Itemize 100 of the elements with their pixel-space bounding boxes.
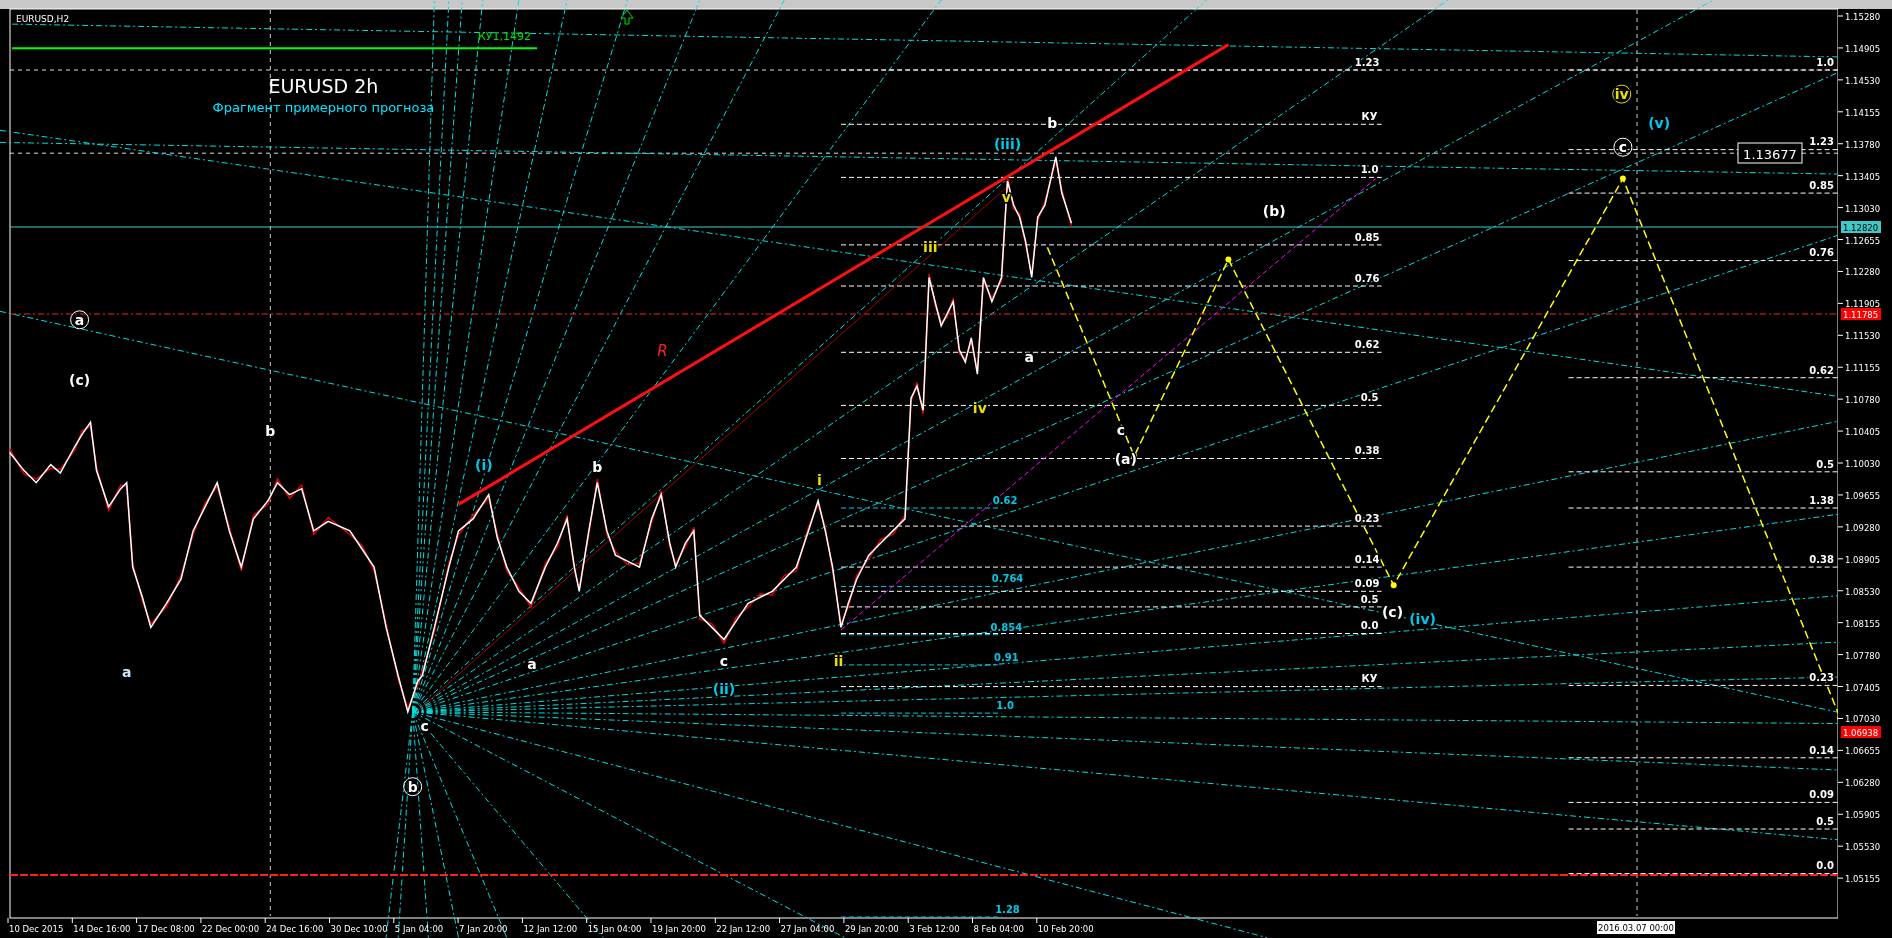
price-tick-label: 1.12655 [1845, 235, 1881, 246]
wave-label: i [816, 472, 822, 489]
time-tick-label: 10 Feb 20:00 [1037, 924, 1094, 934]
time-tick-label: 30 Dec 10:00 [330, 924, 388, 934]
price-tick-label: 1.12280 [1845, 267, 1881, 278]
time-tick-label: 14 Dec 16:00 [73, 924, 131, 934]
time-tick-label: 19 Jan 20:00 [652, 924, 706, 934]
fib-level-label: 0.38 [1354, 445, 1380, 457]
fib-level-label: 0.5 [1816, 458, 1834, 470]
price-tick-label: 1.10030 [1845, 459, 1881, 469]
fib-level-label: 1.0 [996, 699, 1014, 711]
fib-level-label: 1.23 [1809, 136, 1834, 148]
fib-level-label: 1.0 [1360, 164, 1379, 176]
price-tick-label: 1.14905 [1845, 43, 1881, 54]
wave-label: (i) [475, 456, 493, 473]
time-tick-label: 7 Jan 20:00 [459, 924, 508, 934]
price-badge: 1.06938 [1841, 726, 1881, 738]
wave-label: (v) [1648, 115, 1671, 132]
fib-level-label: 0.85 [1354, 231, 1380, 243]
wave-label: c [719, 653, 729, 670]
price-tick-label: 1.08155 [1845, 618, 1881, 629]
price-tick-label: 1.07780 [1845, 650, 1881, 661]
fib-level-label: 0.62 [992, 494, 1018, 506]
price-tick-label: 1.05155 [1845, 874, 1881, 885]
price-tick-label: 1.11155 [1845, 363, 1881, 374]
fib-level-label: 0.0 [1360, 620, 1379, 632]
wave-label: a [70, 310, 90, 330]
time-tick-label: 15 Jan 04:00 [587, 924, 642, 934]
price-tick-label: 1.13780 [1845, 139, 1881, 150]
price-tick-label: 1.14530 [1845, 75, 1881, 86]
price-tick-label: 1.13405 [1845, 171, 1881, 182]
price-tick-label: 1.13030 [1845, 203, 1881, 214]
fib-level-label: 0.38 [1809, 553, 1834, 565]
fib-level-label: 0.0 [1816, 860, 1834, 872]
fib-level-label: КУ [1361, 673, 1378, 685]
fib-level-label: 0.09 [1354, 578, 1380, 589]
price-tag: 1.13677 [1737, 142, 1803, 164]
wave-label: a [527, 655, 537, 672]
price-tick-label: 1.06655 [1845, 746, 1881, 757]
fib-level-label: КУ [1361, 111, 1378, 123]
chart-title: EURUSD 2h [268, 74, 379, 97]
wave-label: c [1613, 137, 1633, 157]
wave-label: (c) [1381, 603, 1404, 620]
trend-label: R [657, 342, 668, 360]
fib-level-label: 0.76 [1354, 272, 1380, 284]
wave-label: (ii) [712, 681, 736, 697]
price-tick-label: 1.08905 [1845, 554, 1881, 565]
price-tick-label: 1.10405 [1845, 427, 1881, 438]
price-tick-label: 1.07405 [1845, 682, 1881, 693]
fib-level-label: 0.14 [1809, 744, 1834, 756]
symbol-label: EURUSD,H2 [16, 14, 70, 24]
fib-level-label: 0.5 [1360, 392, 1379, 404]
wave-label: (iii) [993, 135, 1022, 152]
wave-label: b [403, 777, 423, 797]
time-tick-label: 5 Jan 04:00 [394, 924, 444, 934]
wave-label: a [121, 664, 132, 681]
time-tick-label: 24 Dec 16:00 [266, 924, 324, 934]
wave-label: b [592, 459, 603, 475]
wave-label: iv [1612, 84, 1632, 104]
fib-level-label: 0.62 [1809, 364, 1834, 376]
time-tick-label: 29 Jan 20:00 [844, 924, 899, 934]
wave-label: ii [833, 653, 844, 670]
time-tick-label: 22 Dec 00:00 [201, 924, 260, 934]
fib-level-label: 0.76 [1809, 247, 1834, 259]
chart-subtitle: Фрагмент примерного прогноза [212, 100, 435, 116]
fib-level-label: 1.23 [1354, 56, 1380, 68]
price-tick-label: 1.14155 [1845, 107, 1881, 118]
wave-label: c [1116, 421, 1126, 438]
price-tick-label: 1.15280 [1845, 12, 1881, 22]
time-tick-label: 22 Jan 12:00 [716, 924, 771, 934]
price-tick-label: 1.07030 [1845, 714, 1881, 725]
fib-level-label: 0.5 [1360, 593, 1379, 605]
time-tick-label: 17 Dec 08:00 [137, 924, 195, 934]
fib-level-label: 0.09 [1809, 789, 1834, 801]
time-tick-label: 12 Jan 12:00 [523, 924, 578, 934]
fib-level-label: 0.62 [1354, 339, 1380, 351]
fib-level-label: 0.5 [1816, 815, 1834, 827]
price-tick-label: 1.05530 [1845, 842, 1881, 853]
price-badge: 1.12820 [1841, 221, 1881, 233]
wave-label: (b) [1262, 203, 1286, 220]
wave-label: (c) [69, 372, 91, 389]
wave-label: c [420, 718, 429, 735]
up-arrow-icon [620, 9, 634, 25]
time-tick-label: 10 Dec 2015 [9, 924, 64, 934]
level-label: КУ1,1492 [477, 29, 531, 43]
fib-level-label: 1.28 [995, 903, 1020, 915]
fib-level-label: 0.764 [991, 573, 1024, 585]
price-tick-label: 1.08530 [1845, 586, 1881, 597]
price-tick-label: 1.11530 [1845, 331, 1881, 342]
price-tick-label: 1.09655 [1845, 490, 1881, 501]
wave-label: (iv) [1409, 611, 1436, 627]
wave-label: iv [972, 399, 987, 416]
price-tick-label: 1.05905 [1845, 810, 1881, 821]
price-tick-label: 1.11905 [1845, 299, 1881, 310]
wave-label: b [265, 422, 276, 439]
wave-label: b [1047, 115, 1058, 132]
fib-level-label: 0.91 [993, 651, 1019, 663]
price-tick-label: 1.10780 [1845, 395, 1881, 406]
fib-level-label: 0.14 [1354, 553, 1380, 565]
price-tick-label: 1.06280 [1845, 778, 1881, 789]
